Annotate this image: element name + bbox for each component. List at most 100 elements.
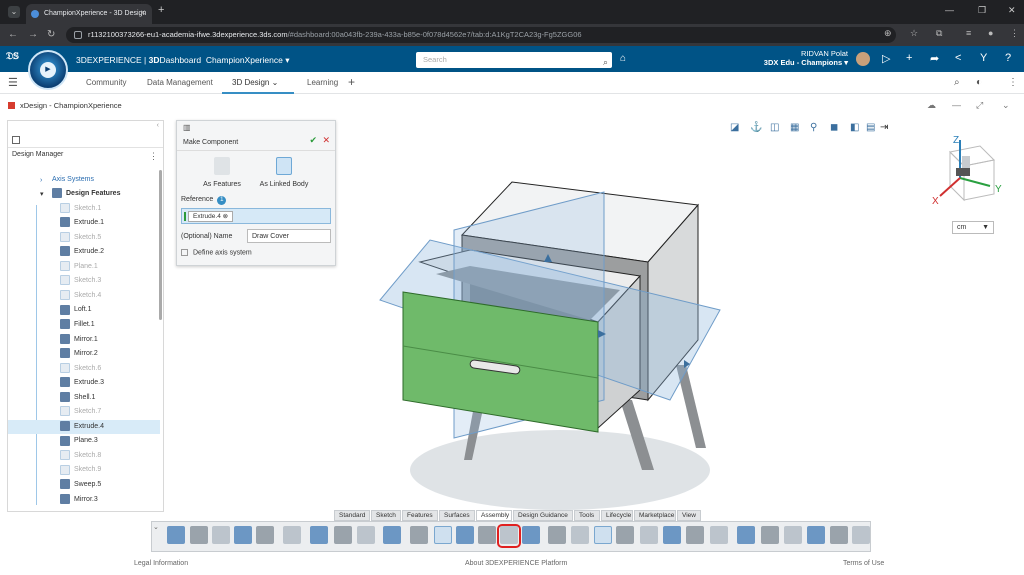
footer-terms-link[interactable]: Terms of Use	[843, 560, 884, 567]
tree-item[interactable]: Mirror.1	[60, 333, 98, 347]
zoom-tool-icon[interactable]: ⚲	[810, 122, 817, 133]
add-tab-icon[interactable]: +	[348, 75, 355, 89]
measure-icon[interactable]	[710, 526, 728, 544]
toolbar-tab-standard[interactable]: Standard	[334, 510, 370, 521]
fit-icon[interactable]: ▦	[790, 122, 799, 133]
remove-chip-icon[interactable]: ⊗	[223, 213, 228, 220]
save-as-icon[interactable]	[234, 526, 252, 544]
checkbox-icon[interactable]	[181, 249, 188, 256]
menu-icon[interactable]: ☰	[8, 76, 18, 89]
tab-community[interactable]: Community	[86, 78, 126, 87]
tree-item[interactable]: Sketch.4	[60, 289, 101, 303]
motion-icon[interactable]	[807, 526, 825, 544]
section-icon[interactable]: ◧	[850, 122, 859, 133]
zoom-icon[interactable]: ⊕	[884, 28, 892, 39]
tree-item[interactable]: Extrude.1	[60, 216, 104, 230]
open-icon[interactable]	[190, 526, 208, 544]
component-icon[interactable]	[456, 526, 474, 544]
tree-item[interactable]: Sketch.5	[60, 231, 101, 245]
add-icon[interactable]: +	[906, 52, 912, 64]
footer-about-link[interactable]: About 3DEXPERIENCE Platform	[465, 560, 567, 567]
reference-chip[interactable]: Extrude.4 ⊗	[188, 211, 234, 222]
tree-item[interactable]: Plane.3	[60, 434, 98, 448]
view-cube[interactable]	[939, 140, 996, 202]
tree-item[interactable]: Sketch.1	[60, 202, 101, 216]
tree-item[interactable]: Sketch.8	[60, 449, 101, 463]
as-features-option[interactable]: As Features	[187, 157, 257, 188]
reload-icon[interactable]: ↻	[47, 29, 55, 40]
tree-item[interactable]: Sweep.5	[60, 478, 101, 492]
avatar[interactable]	[856, 52, 870, 66]
animate-icon[interactable]	[830, 526, 848, 544]
compass-icon[interactable]: ▶	[28, 50, 68, 90]
user-info[interactable]: RIDVAN Polat 3DX Edu - Champions ▾	[748, 49, 848, 67]
search-icon[interactable]: ⌕	[603, 54, 608, 70]
tree-item[interactable]: ▾ Design Features	[40, 187, 120, 201]
group-icon[interactable]	[616, 526, 634, 544]
reading-list-icon[interactable]: ≡	[966, 28, 971, 38]
define-axis-checkbox[interactable]: Define axis system	[181, 249, 252, 256]
tree-item[interactable]: Sketch.9	[60, 463, 101, 477]
search-input[interactable]: Search ⌕	[416, 52, 612, 68]
toolbar-tab-assembly[interactable]: Assembly	[476, 510, 512, 521]
new-icon[interactable]	[167, 526, 185, 544]
dashboard-name[interactable]: ChampionXperience ▾	[206, 55, 290, 65]
toolbar-tab-features[interactable]: Features	[402, 510, 438, 521]
close-tab-icon[interactable]: ✕	[140, 4, 146, 24]
publish-icon[interactable]	[256, 526, 274, 544]
cancel-x-icon[interactable]: ✕	[322, 135, 330, 146]
search-tab-icon[interactable]: ⌕	[954, 77, 960, 88]
compass-play-icon[interactable]: ▶	[40, 62, 56, 78]
explode-icon[interactable]	[478, 526, 496, 544]
minimize-app-icon[interactable]: —	[952, 100, 961, 110]
undo-icon[interactable]	[334, 526, 352, 544]
tree-item[interactable]: Sketch.6	[60, 362, 101, 376]
mirror-icon[interactable]	[686, 526, 704, 544]
toolbar-tab-sketch[interactable]: Sketch	[371, 510, 401, 521]
tree-item[interactable]: Plane.1	[60, 260, 98, 274]
tree-item[interactable]: Sketch.3	[60, 274, 101, 288]
pin-icon[interactable]: ⇥	[880, 122, 888, 133]
help-icon[interactable]	[383, 526, 401, 544]
tree-menu-icon[interactable]: ⋮	[149, 151, 158, 162]
minimize-icon[interactable]: —	[945, 5, 954, 15]
view-toggle-icon[interactable]: ◐	[976, 77, 982, 88]
toolbar-tab-tools[interactable]: Tools	[574, 510, 600, 521]
toolbar-tab-surfaces[interactable]: Surfaces	[439, 510, 475, 521]
properties-icon[interactable]	[283, 526, 301, 544]
toolbar-tab-lifecycle[interactable]: Lifecycle	[601, 510, 633, 521]
browser-menu-icon[interactable]: ⋮	[1010, 28, 1019, 39]
address-bar[interactable]: r1132100373266-eu1-academia-ifwe.3dexper…	[66, 27, 896, 43]
display-icon[interactable]: ▤	[866, 122, 875, 133]
bookmark-star-icon[interactable]: ☆	[910, 28, 918, 39]
tab-menu-icon[interactable]: ⋮	[1008, 77, 1018, 88]
as-linked-body-option[interactable]: As Linked Body	[249, 157, 319, 188]
tree-item[interactable]: Extrude.4	[8, 419, 160, 434]
tree-scrollbar[interactable]	[159, 170, 162, 320]
new-tab-icon[interactable]: +	[158, 4, 164, 16]
cloud-icon[interactable]: ☁	[927, 100, 936, 111]
render-icon[interactable]: ◼	[830, 122, 838, 133]
display-icon[interactable]	[761, 526, 779, 544]
box-view-icon[interactable]: ◫	[770, 122, 779, 133]
fullscreen-icon[interactable]: ⤢	[976, 100, 983, 111]
profile-icon[interactable]: ●	[988, 28, 993, 38]
redo-icon[interactable]	[357, 526, 375, 544]
robot-icon[interactable]	[640, 526, 658, 544]
insert-icon[interactable]	[434, 526, 452, 544]
section-icon[interactable]	[737, 526, 755, 544]
reference-field[interactable]: Extrude.4 ⊗	[181, 208, 331, 224]
ok-check-icon[interactable]: ✔	[309, 135, 317, 146]
tree-item[interactable]: Sketch.7	[60, 405, 101, 419]
render-icon[interactable]	[852, 526, 870, 544]
mate-icon[interactable]	[548, 526, 566, 544]
tree-item[interactable]: Mirror.2	[60, 347, 98, 361]
help-icon[interactable]: ?	[1005, 52, 1011, 64]
tree-root-icon[interactable]	[12, 136, 20, 144]
back-icon[interactable]: ←	[8, 29, 18, 40]
tab-search-icon[interactable]: ⌄	[8, 6, 20, 18]
expand-toolbar-icon[interactable]: ⌄	[153, 523, 159, 531]
interference-icon[interactable]	[784, 526, 802, 544]
tab-data-management[interactable]: Data Management	[147, 78, 213, 87]
user-collab-space[interactable]: 3DX Edu - Champions ▾	[748, 58, 848, 67]
